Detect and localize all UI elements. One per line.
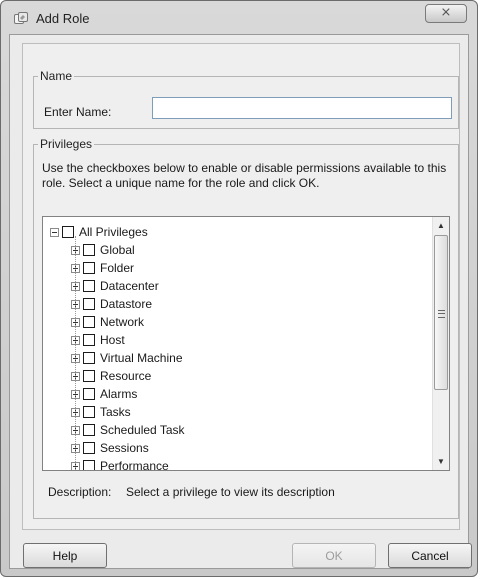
tree-item[interactable]: Resource: [71, 367, 151, 385]
tree-item[interactable]: Datastore: [71, 295, 152, 313]
tree-item-label: Resource: [100, 369, 152, 383]
tree-item-label: Datacenter: [100, 279, 159, 293]
tree-item-label: Virtual Machine: [100, 351, 183, 365]
privilege-checkbox[interactable]: [62, 226, 74, 238]
privilege-checkbox[interactable]: [83, 262, 95, 274]
content-panel: Name Enter Name: Privileges Use the chec…: [22, 43, 460, 530]
tree-item-label: Tasks: [100, 405, 131, 419]
privilege-checkbox[interactable]: [83, 352, 95, 364]
name-group: Name Enter Name:: [33, 69, 459, 129]
name-group-legend: Name: [40, 69, 73, 83]
close-button[interactable]: ⨯: [425, 4, 467, 23]
privileges-group: Privileges Use the checkboxes below to e…: [33, 137, 459, 519]
tree-item-label: Scheduled Task: [100, 423, 185, 437]
privilege-checkbox[interactable]: [83, 316, 95, 328]
privilege-checkbox[interactable]: [83, 388, 95, 400]
privilege-checkbox[interactable]: [83, 406, 95, 418]
arrow-down-icon[interactable]: ▼: [433, 453, 449, 470]
close-icon: ⨯: [440, 5, 452, 20]
privileges-tree[interactable]: All Privileges Global Folder Datacenter Data…: [42, 216, 450, 471]
tree-item-label: Sessions: [100, 441, 149, 455]
tree-item[interactable]: Folder: [71, 259, 134, 277]
tree-item[interactable]: Host: [71, 331, 125, 349]
tree-item-all-privileges[interactable]: All Privileges: [50, 223, 148, 241]
help-button[interactable]: Help: [23, 543, 107, 568]
tree-item-label: Network: [100, 315, 145, 329]
tree-item-label: Global: [100, 243, 135, 257]
tree-item-label: All Privileges: [79, 225, 148, 239]
tree-scrollbar[interactable]: ▲ ▼: [432, 217, 449, 470]
add-role-icon: [13, 11, 29, 27]
cancel-button[interactable]: Cancel: [388, 543, 472, 568]
tree-item[interactable]: Sessions: [71, 439, 149, 457]
minus-expander-icon[interactable]: [50, 227, 59, 237]
window-title: Add Role: [36, 11, 90, 26]
tree-item[interactable]: Scheduled Task: [71, 421, 185, 439]
tree-item[interactable]: Virtual Machine: [71, 349, 183, 367]
privilege-checkbox[interactable]: [83, 442, 95, 454]
role-name-input[interactable]: [152, 97, 452, 119]
tree-item-label: Alarms: [100, 387, 138, 401]
privileges-instructions: Use the checkboxes below to enable or di…: [42, 161, 447, 190]
privilege-checkbox[interactable]: [83, 244, 95, 256]
privilege-checkbox[interactable]: [83, 424, 95, 436]
tree-item-label: Performance: [100, 459, 169, 471]
tree-item[interactable]: Datacenter: [71, 277, 159, 295]
enter-name-label: Enter Name:: [44, 105, 112, 119]
tree-item[interactable]: Network: [71, 313, 144, 331]
ok-button[interactable]: OK: [292, 543, 376, 568]
add-role-dialog: Add Role ⨯ Name Enter Name: Privileges U…: [0, 0, 478, 577]
description-text: Select a privilege to view its descripti…: [126, 485, 335, 499]
privilege-checkbox[interactable]: [83, 280, 95, 292]
tree-item-label: Folder: [100, 261, 135, 275]
tree-item[interactable]: Global: [71, 241, 135, 259]
arrow-up-icon[interactable]: ▲: [433, 217, 449, 234]
description-label: Description:: [48, 485, 112, 499]
tree-item-label: Datastore: [100, 297, 153, 311]
dialog-client-area: Name Enter Name: Privileges Use the chec…: [9, 34, 472, 569]
tree-item-label: Host: [100, 333, 125, 347]
scroll-grip-icon: [438, 310, 445, 318]
privilege-checkbox[interactable]: [83, 298, 95, 310]
tree-item[interactable]: Alarms: [71, 385, 137, 403]
privilege-checkbox[interactable]: [83, 370, 95, 382]
tree-item[interactable]: Tasks: [71, 403, 131, 421]
privilege-checkbox[interactable]: [83, 334, 95, 346]
privilege-checkbox[interactable]: [83, 460, 95, 470]
tree-connector-line: [75, 236, 76, 470]
scrollbar-thumb[interactable]: [434, 235, 448, 390]
tree-item[interactable]: Performance: [71, 457, 169, 471]
title-bar[interactable]: Add Role ⨯: [1, 1, 477, 35]
privileges-group-legend: Privileges: [40, 137, 93, 151]
description-row: Description: Select a privilege to view i…: [48, 485, 335, 499]
